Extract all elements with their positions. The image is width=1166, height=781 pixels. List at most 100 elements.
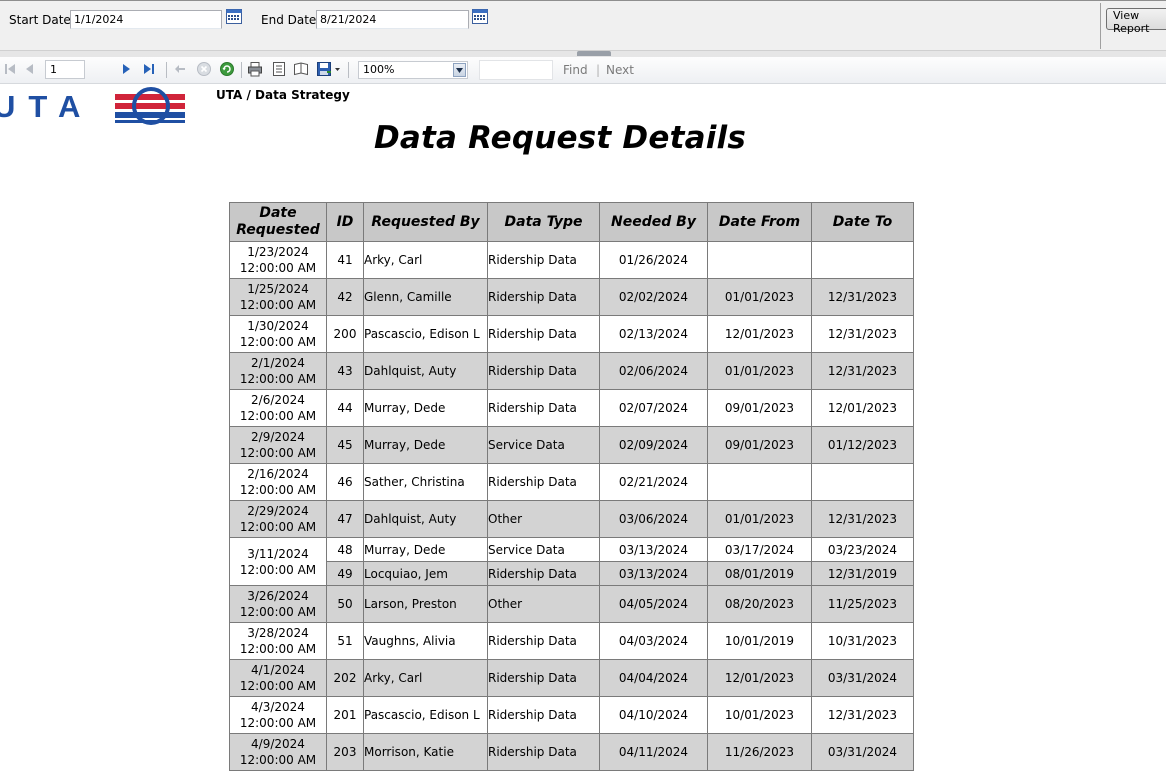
- cell-date-requested: 2/9/2024 12:00:00 AM: [229, 426, 327, 464]
- first-page-icon[interactable]: [1, 60, 19, 78]
- cell-needed-by: 04/11/2024: [599, 733, 708, 771]
- cell-date-to: 12/31/2023: [811, 352, 914, 390]
- organization-name: UTA / Data Strategy: [216, 88, 350, 102]
- print-icon[interactable]: [246, 60, 264, 78]
- cell-date-to: 12/31/2023: [811, 315, 914, 353]
- cell-date-to: 12/31/2019: [811, 561, 914, 586]
- cell-data-type: Ridership Data: [487, 278, 600, 316]
- cell-date-from: 12/01/2023: [707, 315, 812, 353]
- header-needed-by[interactable]: Needed By: [599, 202, 708, 242]
- report-toolbar: 100% Find | Next: [0, 57, 1166, 84]
- last-page-icon[interactable]: [140, 60, 158, 78]
- header-date-from[interactable]: Date From: [707, 202, 812, 242]
- calendar-icon[interactable]: [472, 9, 488, 24]
- data-request-table: Date Requested ID Requested By Data Type…: [229, 202, 914, 771]
- table-row: 2/29/2024 12:00:00 AM 47 Dahlquist, Auty Ot…: [229, 500, 914, 538]
- stop-icon[interactable]: [195, 60, 213, 78]
- previous-page-icon[interactable]: [21, 60, 39, 78]
- cell-date-from: 10/01/2019: [707, 622, 812, 660]
- table-row: 2/6/2024 12:00:00 AM 44 Murray, Dede Riders…: [229, 389, 914, 427]
- cell-data-type: Ridership Data: [487, 561, 600, 586]
- cell-requested-by: Vaughns, Alivia: [363, 622, 488, 660]
- cell-date-requested: 4/9/2024 12:00:00 AM: [229, 733, 327, 771]
- cell-date-from: 01/01/2023: [707, 278, 812, 316]
- page-number-input[interactable]: [45, 60, 85, 79]
- cell-date-to: [811, 463, 914, 501]
- collapse-handle[interactable]: [577, 51, 611, 65]
- cell-id: 49: [326, 561, 364, 586]
- cell-id: 203: [326, 733, 364, 771]
- back-icon[interactable]: [171, 60, 189, 78]
- cell-data-type: Other: [487, 500, 600, 538]
- cell-date-from: 08/01/2019: [707, 561, 812, 586]
- cell-needed-by: 02/21/2024: [599, 463, 708, 501]
- cell-needed-by: 04/04/2024: [599, 659, 708, 697]
- end-date-input[interactable]: [316, 10, 469, 29]
- dropdown-arrow-icon[interactable]: [453, 63, 466, 77]
- next-link[interactable]: Next: [606, 63, 634, 77]
- cell-id: 202: [326, 659, 364, 697]
- cell-date-requested: 1/25/2024 12:00:00 AM: [229, 278, 327, 316]
- cell-requested-by: Locquiao, Jem: [363, 561, 488, 586]
- cell-date-requested: 3/28/2024 12:00:00 AM: [229, 622, 327, 660]
- zoom-select[interactable]: 100%: [358, 61, 468, 79]
- cell-id: 46: [326, 463, 364, 501]
- cell-id: 48: [326, 537, 364, 562]
- date-requested-text: 3/26/2024 12:00:00 AM: [239, 589, 317, 619]
- cell-date-from: 09/01/2023: [707, 426, 812, 464]
- calendar-icon[interactable]: [226, 9, 242, 24]
- view-report-button[interactable]: View Report: [1106, 8, 1166, 35]
- table-row: 49 Locquiao, Jem Ridership Data 03/13/2024 0…: [230, 561, 914, 586]
- page-setup-icon[interactable]: [292, 60, 310, 78]
- date-requested-text: 2/16/2024 12:00:00 AM: [239, 467, 317, 497]
- table-row: 1/25/2024 12:00:00 AM 42 Glenn, Camille Rid…: [229, 278, 914, 316]
- page-title: Data Request Details: [373, 120, 747, 156]
- cell-needed-by: 02/06/2024: [599, 352, 708, 390]
- cell-date-from: [707, 463, 812, 501]
- cell-date-to: 11/25/2023: [811, 585, 914, 623]
- header-date-requested[interactable]: Date Requested: [229, 202, 327, 242]
- cell-date-from: [707, 241, 812, 279]
- cell-date-requested: 1/23/2024 12:00:00 AM: [229, 241, 327, 279]
- date-requested-text: 1/23/2024 12:00:00 AM: [239, 245, 317, 275]
- cell-needed-by: 03/13/2024: [599, 561, 708, 586]
- table-row: 2/16/2024 12:00:00 AM 46 Sather, Christina…: [229, 463, 914, 501]
- date-requested-text: 1/30/2024 12:00:00 AM: [239, 319, 317, 349]
- cell-data-type: Service Data: [487, 537, 600, 562]
- svg-text:UTA: UTA: [0, 89, 93, 124]
- refresh-icon[interactable]: [218, 60, 236, 78]
- table-row: 2/1/2024 12:00:00 AM 43 Dahlquist, Auty Rid…: [229, 352, 914, 390]
- cell-date-requested: 2/29/2024 12:00:00 AM: [229, 500, 327, 538]
- table-header-row: Date Requested ID Requested By Data Type…: [229, 202, 914, 242]
- header-date-requested-label: Date Requested: [236, 205, 320, 238]
- parameter-splitter[interactable]: [0, 50, 1166, 65]
- next-page-icon[interactable]: [117, 60, 135, 78]
- header-data-type[interactable]: Data Type: [487, 202, 600, 242]
- cell-date-from: 10/01/2023: [707, 696, 812, 734]
- header-date-to[interactable]: Date To: [811, 202, 914, 242]
- cell-needed-by: 04/10/2024: [599, 696, 708, 734]
- parameter-bar: Start Date End Date View Report: [0, 0, 1166, 51]
- table-row: 3/28/2024 12:00:00 AM 51 Vaughns, Alivia Ri…: [229, 622, 914, 660]
- start-date-input[interactable]: [70, 10, 222, 29]
- cell-data-type: Ridership Data: [487, 622, 600, 660]
- cell-requested-by: Arky, Carl: [363, 659, 488, 697]
- cell-data-type: Ridership Data: [487, 733, 600, 771]
- export-icon[interactable]: [315, 60, 343, 78]
- table-row: 3/11/2024 12:00:00 AM 48 Murray, Dede Servi…: [229, 537, 914, 586]
- toolbar-separator: [166, 62, 167, 78]
- cell-date-to: 10/31/2023: [811, 622, 914, 660]
- cell-date-requested: 2/6/2024 12:00:00 AM: [229, 389, 327, 427]
- toolbar-separator: [348, 62, 349, 78]
- print-layout-icon[interactable]: [270, 60, 288, 78]
- cell-requested-by: Morrison, Katie: [363, 733, 488, 771]
- cell-requested-by: Glenn, Camille: [363, 278, 488, 316]
- header-id[interactable]: ID: [326, 202, 364, 242]
- table-row: 3/26/2024 12:00:00 AM 50 Larson, Preston Ot…: [229, 585, 914, 623]
- find-input[interactable]: [479, 60, 553, 80]
- cell-data-type: Ridership Data: [487, 389, 600, 427]
- header-requested-by[interactable]: Requested By: [363, 202, 488, 242]
- find-link[interactable]: Find: [563, 63, 588, 77]
- cell-requested-by: Arky, Carl: [363, 241, 488, 279]
- cell-data-type: Ridership Data: [487, 463, 600, 501]
